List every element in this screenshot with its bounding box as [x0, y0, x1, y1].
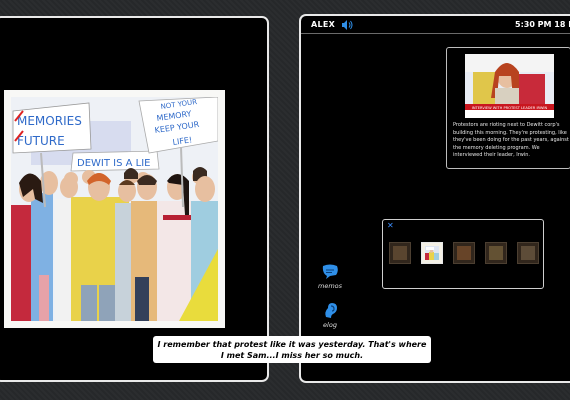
- user-name: ALEX: [311, 20, 336, 29]
- tray-item[interactable]: [485, 242, 507, 264]
- protest-thumbnail-icon: [425, 246, 439, 260]
- tray-item[interactable]: [389, 242, 411, 264]
- memos-button[interactable]: memos: [315, 264, 345, 290]
- sign-text-memories: MEMORIES: [17, 114, 82, 128]
- ear-icon: [325, 303, 337, 318]
- tray-item[interactable]: [453, 242, 475, 264]
- news-card[interactable]: INTERVIEW WITH PROTEST LEADER IRWIN Prot…: [446, 47, 570, 169]
- sign-text-future: FUTURE: [17, 134, 65, 148]
- elog-button[interactable]: elog: [315, 301, 345, 329]
- speaker-icon[interactable]: [341, 19, 353, 31]
- close-icon[interactable]: ✕: [387, 222, 394, 230]
- news-thumbnail-image: INTERVIEW WITH PROTEST LEADER IRWIN: [465, 54, 554, 118]
- news-article-text: Protestors are rioting next to Dewitt co…: [453, 122, 569, 159]
- memos-label: memos: [317, 282, 343, 290]
- dialogue-subtitle: I remember that protest like it was yest…: [153, 336, 431, 363]
- news-thumb-caption: INTERVIEW WITH PROTEST LEADER IRWIN: [472, 106, 548, 110]
- evidence-tray: ✕: [382, 219, 544, 289]
- clock: 5:30 PM 18 Marc: [515, 20, 570, 29]
- news-thumbnail: INTERVIEW WITH PROTEST LEADER IRWIN: [465, 54, 554, 118]
- tray-item[interactable]: [517, 242, 539, 264]
- elog-label: elog: [323, 321, 337, 329]
- banner-text: DEWIT IS A LIE: [77, 158, 150, 169]
- memory-photo: MEMORIES FUTURE DEWIT IS A LIE NOT YOUR …: [4, 90, 225, 328]
- status-bar: ALEX 5:30 PM 18 Marc: [301, 16, 570, 34]
- tray-item-selected[interactable]: [421, 242, 443, 264]
- speech-bubble-icon: [322, 264, 338, 279]
- protest-illustration: MEMORIES FUTURE DEWIT IS A LIE NOT YOUR …: [11, 97, 218, 321]
- device-screen-panel: ALEX 5:30 PM 18 Marc INTERVIEW WITH PROT…: [299, 14, 570, 383]
- memory-viewer-panel: MEMORIES FUTURE DEWIT IS A LIE NOT YOUR …: [0, 16, 269, 382]
